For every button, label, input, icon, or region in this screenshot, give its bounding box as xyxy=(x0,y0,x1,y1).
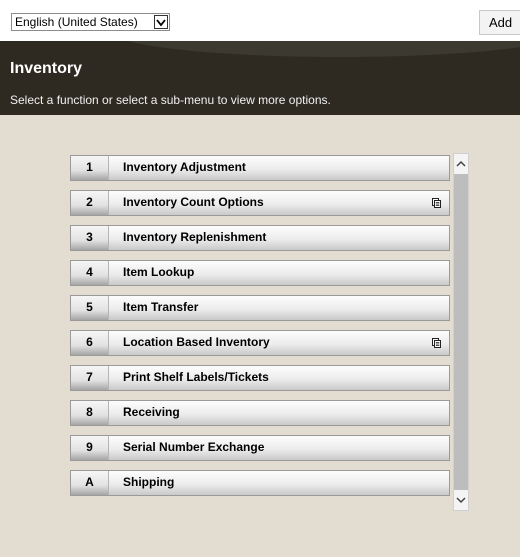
scroll-down-button[interactable] xyxy=(454,490,468,510)
menu-item-label: Item Transfer xyxy=(123,300,199,314)
menu-item[interactable]: 4 Item Lookup xyxy=(70,260,450,286)
menu-item[interactable]: 7 Print Shelf Labels/Tickets xyxy=(70,365,450,391)
chevron-down-icon[interactable] xyxy=(154,15,168,29)
menu-item-key: 4 xyxy=(71,261,109,285)
menu-item-key: 2 xyxy=(71,191,109,215)
top-bar: English (United States) Add xyxy=(0,0,520,41)
menu-item-key: 1 xyxy=(71,156,109,180)
menu-item-key: 7 xyxy=(71,366,109,390)
menu-item-key: 6 xyxy=(71,331,109,355)
menu-item[interactable]: 1 Inventory Adjustment xyxy=(70,155,450,181)
menu-item-label: Location Based Inventory xyxy=(123,335,270,349)
document-stack-icon xyxy=(432,198,441,208)
menu-item[interactable]: 6 Location Based Inventory xyxy=(70,330,450,356)
menu-item-label: Serial Number Exchange xyxy=(123,440,265,454)
menu-item-key: 8 xyxy=(71,401,109,425)
menu-item[interactable]: A Shipping xyxy=(70,470,450,496)
menu-item-label: Inventory Count Options xyxy=(123,195,264,209)
chevron-down-icon xyxy=(456,497,466,504)
menu-item-label: Receiving xyxy=(123,405,180,419)
document-stack-icon xyxy=(432,338,441,348)
menu-item-key: A xyxy=(71,471,109,495)
menu-item-key: 5 xyxy=(71,296,109,320)
menu-item[interactable]: 2 Inventory Count Options xyxy=(70,190,450,216)
menu-item-label: Item Lookup xyxy=(123,265,195,279)
menu-item[interactable]: 3 Inventory Replenishment xyxy=(70,225,450,251)
content-area: 1 Inventory Adjustment 2 Inventory Count Op… xyxy=(0,115,520,557)
scroll-up-button[interactable] xyxy=(454,154,468,174)
menu-item-label: Inventory Adjustment xyxy=(123,160,246,174)
add-button[interactable]: Add xyxy=(479,10,520,35)
page-header: Inventory Select a function or select a … xyxy=(0,41,520,115)
page-title: Inventory xyxy=(10,60,83,77)
menu-item[interactable]: 5 Item Transfer xyxy=(70,295,450,321)
menu-item[interactable]: 9 Serial Number Exchange xyxy=(70,435,450,461)
menu-scrollbar[interactable] xyxy=(453,153,469,511)
chevron-up-icon xyxy=(456,160,466,167)
language-select-value: English (United States) xyxy=(15,15,138,29)
header-decoration xyxy=(110,41,520,57)
menu-item-label: Shipping xyxy=(123,475,175,489)
menu-item-key: 9 xyxy=(71,436,109,460)
menu-item-label: Inventory Replenishment xyxy=(123,230,267,244)
page-subtitle: Select a function or select a sub-menu t… xyxy=(10,93,331,107)
menu-item-label: Print Shelf Labels/Tickets xyxy=(123,370,269,384)
language-select[interactable]: English (United States) xyxy=(11,13,170,31)
menu-item[interactable]: 8 Receiving xyxy=(70,400,450,426)
function-menu: 1 Inventory Adjustment 2 Inventory Count Op… xyxy=(70,155,450,505)
menu-item-key: 3 xyxy=(71,226,109,250)
